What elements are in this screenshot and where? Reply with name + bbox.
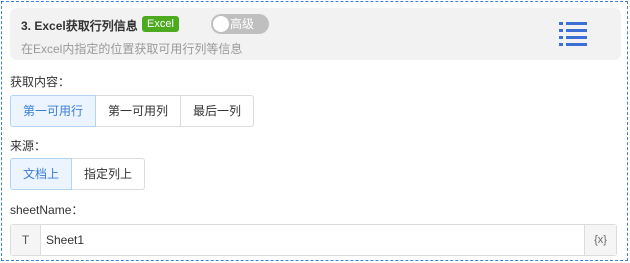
- option-last-column[interactable]: 最后一列: [180, 95, 255, 127]
- source-option-group: 文档上 指定列上: [10, 158, 146, 190]
- variable-insert-button[interactable]: {x}: [584, 225, 616, 255]
- content-field-label: 获取内容：: [10, 75, 71, 89]
- option-on-specified-column[interactable]: 指定列上: [71, 158, 146, 190]
- excel-step-panel: 3. Excel获取行列信息 Excel 高级 在Excel内指定的位置获取可用…: [1, 1, 628, 261]
- sheet-name-input[interactable]: [41, 225, 584, 255]
- sheet-name-label: sheetName：: [10, 203, 84, 217]
- option-first-available-column[interactable]: 第一可用列: [95, 95, 182, 127]
- sheet-name-field: T {x}: [10, 224, 617, 256]
- step-header: 3. Excel获取行列信息 Excel 高级 在Excel内指定的位置获取可用…: [10, 8, 621, 60]
- text-type-icon: T: [11, 225, 41, 255]
- step-description: 在Excel内指定的位置获取可用行列等信息: [21, 42, 243, 56]
- content-option-group: 第一可用行 第一可用列 最后一列: [10, 95, 255, 127]
- option-first-available-row[interactable]: 第一可用行: [10, 95, 97, 127]
- step-title: 3. Excel获取行列信息: [21, 19, 138, 33]
- option-on-document[interactable]: 文档上: [10, 158, 73, 190]
- toggle-knob: [213, 16, 229, 32]
- advanced-toggle[interactable]: 高级: [211, 14, 269, 34]
- excel-tag: Excel: [142, 16, 179, 32]
- advanced-toggle-label: 高级: [230, 17, 255, 31]
- source-field-label: 来源：: [10, 139, 47, 153]
- list-menu-icon[interactable]: [557, 20, 589, 48]
